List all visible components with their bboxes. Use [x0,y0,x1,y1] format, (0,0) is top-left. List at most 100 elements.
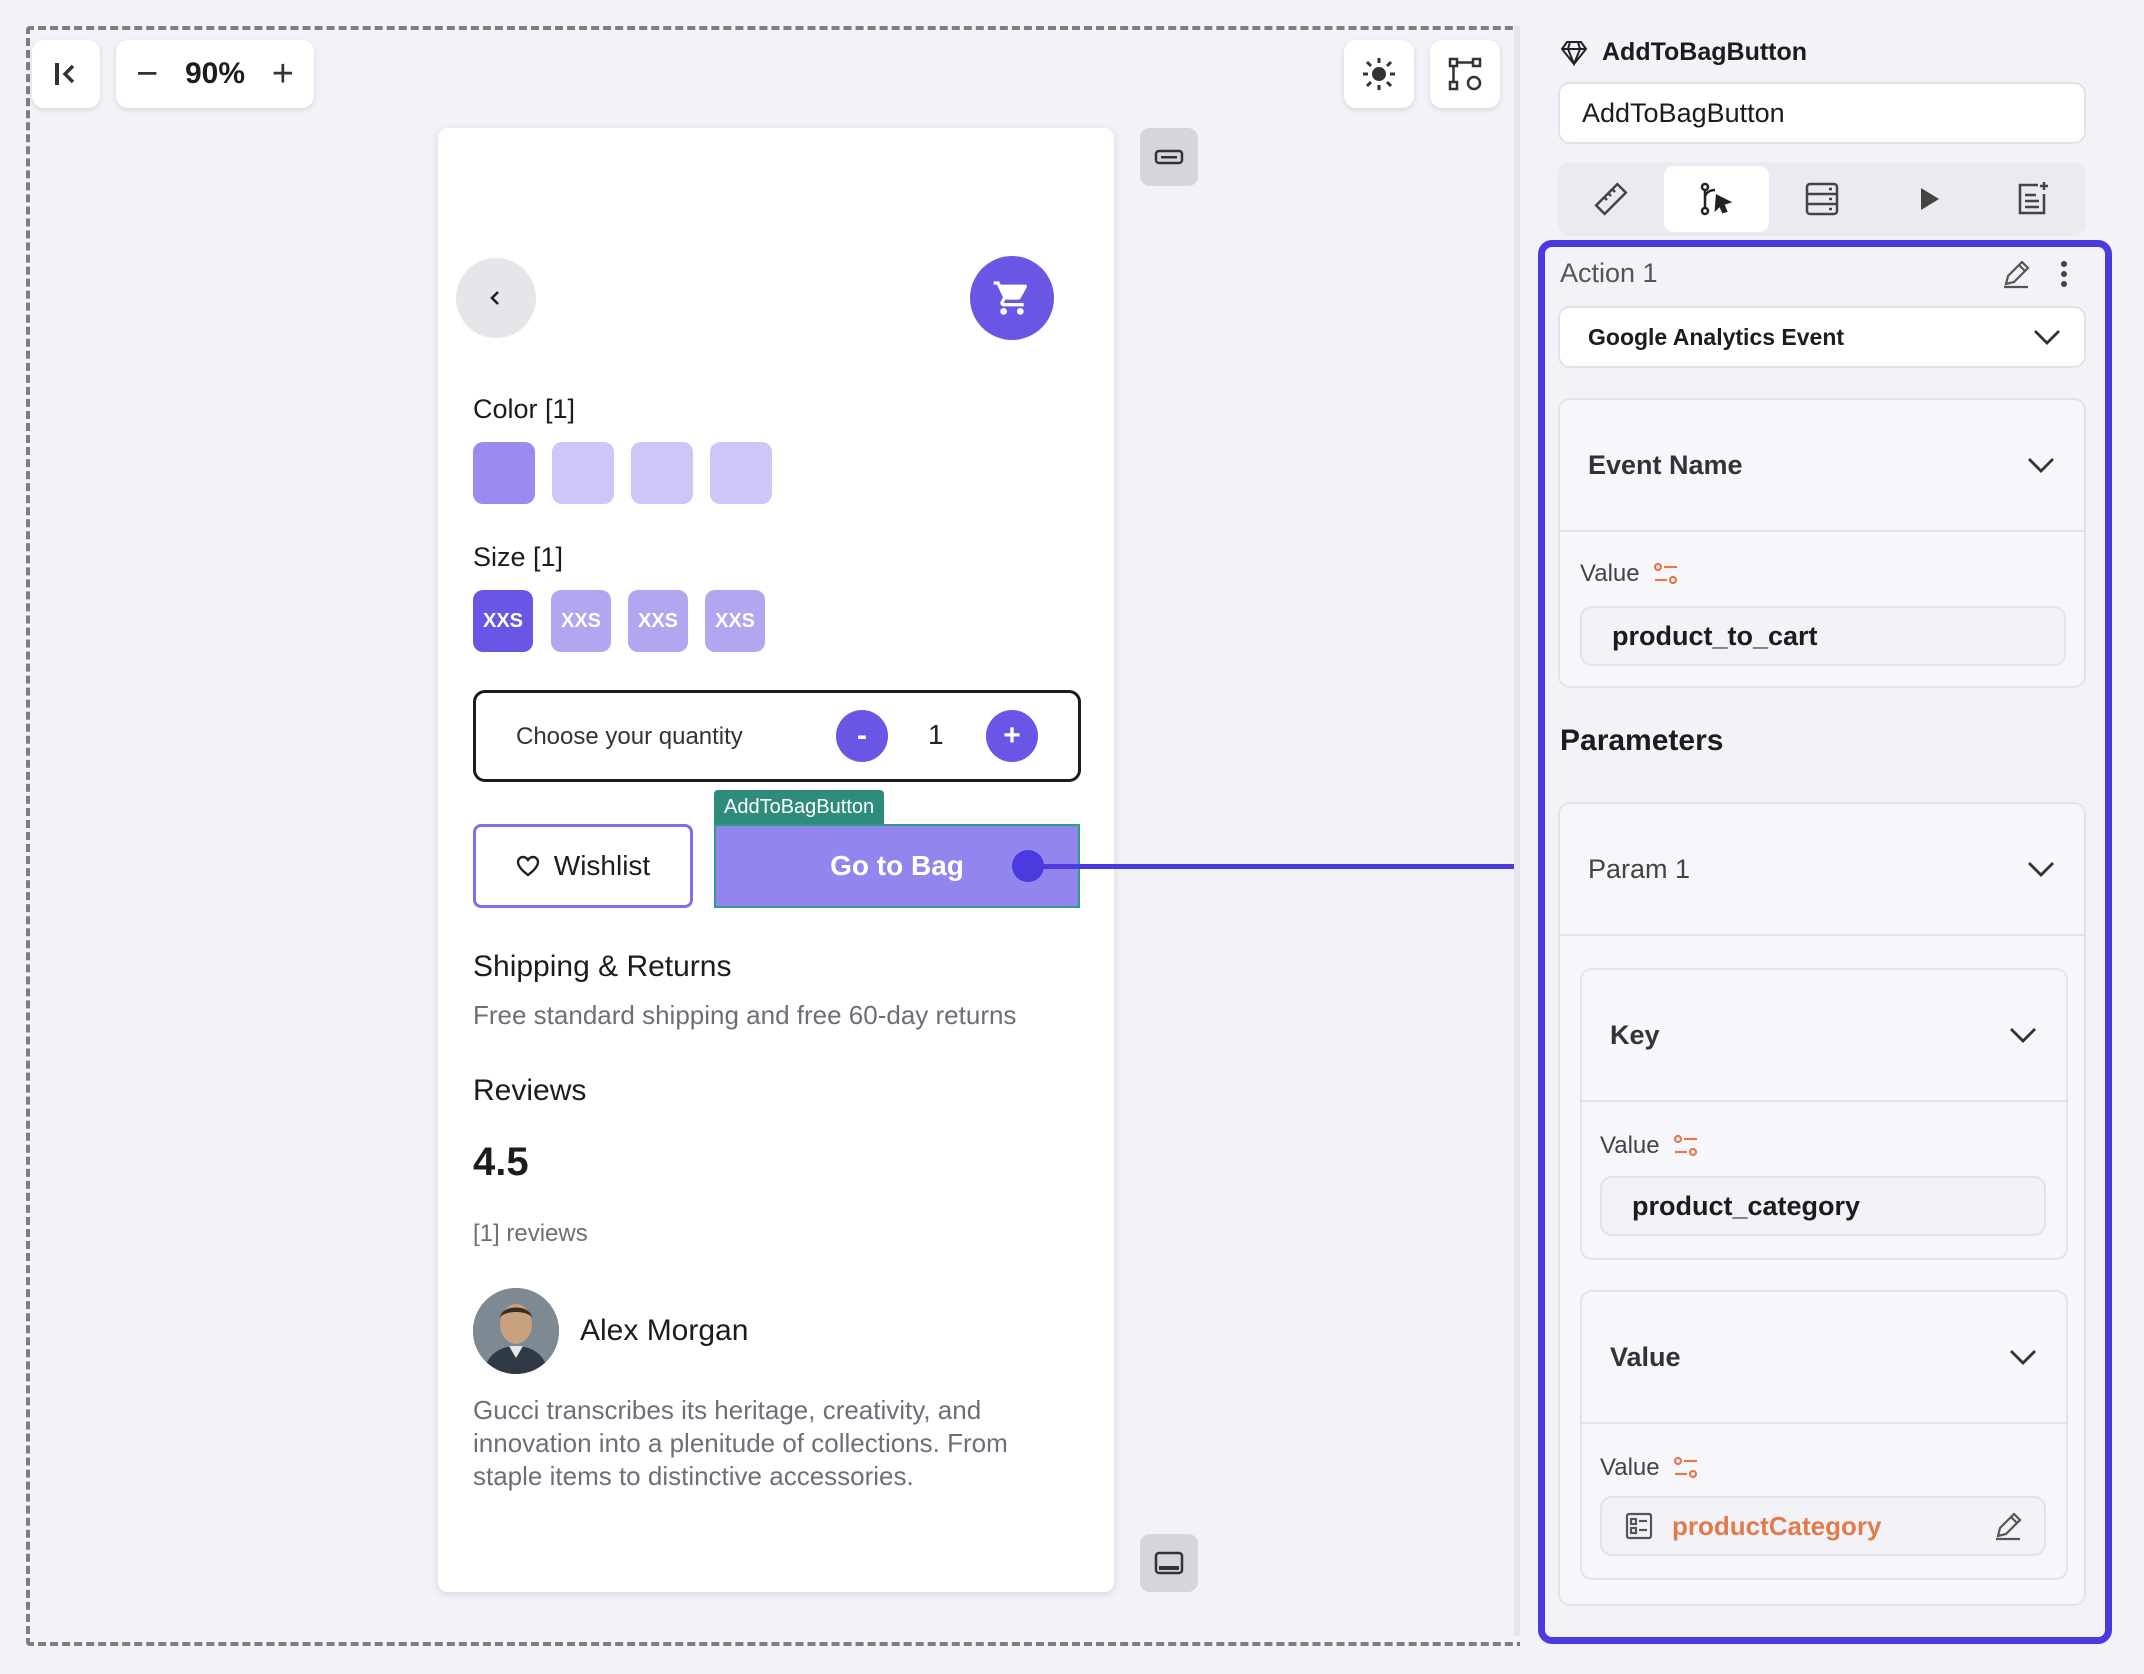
diamond-icon [1560,40,1588,66]
event-name-label: Event Name [1588,449,1743,480]
connector-handle[interactable] [1012,850,1044,882]
rating-value: 4.5 [473,1140,529,1184]
tab-animations[interactable] [1875,162,1981,236]
database-icon [1805,182,1839,216]
chevron-down-icon [2010,1350,2036,1365]
add-to-bag-label: Go to Bag [830,850,964,881]
shipping-title: Shipping & Returns [473,950,732,983]
size-chip-selected[interactable]: XXS [473,590,533,652]
layout-settings-button[interactable] [1430,40,1500,108]
param-header[interactable]: Param 1 [1560,804,2084,936]
color-swatch-selected[interactable] [473,442,535,504]
appbar-icon [1154,149,1184,165]
tab-actions[interactable] [1663,166,1770,232]
quantity-value: 1 [928,719,944,750]
shopping-cart-icon [993,281,1028,315]
action-title: Action 1 [1560,258,1658,288]
tab-notes[interactable] [1980,162,2086,236]
zoom-control: − 90% + [116,40,314,108]
size-chip[interactable]: XXS [551,590,611,652]
bottom-bar-icon [1154,1551,1184,1575]
vector-settings-icon [1448,57,1482,91]
edit-pencil-icon[interactable] [1992,1510,2024,1542]
action-type-dropdown[interactable]: Google Analytics Event [1558,306,2086,368]
param-key-label: Key [1610,1019,1660,1050]
key-value-label-row: Value [1600,1132,1700,1160]
value-label: Value [1600,1454,1660,1481]
notes-plus-icon [2018,182,2049,215]
ruler-pencil-icon [1594,182,1628,216]
event-name-value-field[interactable]: product_to_cart [1580,606,2066,666]
quantity-increment-button[interactable]: + [986,710,1038,762]
action-connector-line [1030,864,1540,869]
widget-name-input[interactable]: AddToBagButton [1558,82,2086,144]
variable-toggle-icon[interactable] [1672,1132,1700,1160]
param-key-header[interactable]: Key [1582,970,2066,1102]
zoom-level: 90% [184,57,246,90]
reviewer-avatar [473,1288,559,1374]
action-flow-icon [1701,182,1733,216]
zoom-out-button[interactable]: − [136,55,158,93]
chevron-left-icon [490,291,499,305]
chevron-down-icon [2028,862,2054,877]
value-label: Value [1580,560,1640,587]
chevron-down-icon [2034,330,2060,345]
cart-button[interactable] [970,256,1054,340]
event-name-header[interactable]: Event Name [1560,400,2084,532]
size-chip[interactable]: XXS [628,590,688,652]
variable-source-icon [1625,1512,1653,1540]
selected-widget-tag: AddToBagButton [714,790,885,824]
size-label: Size [1] [473,542,564,572]
theme-toggle-button[interactable] [1344,40,1414,108]
param-value-variable-field[interactable]: productCategory [1600,1496,2046,1556]
shipping-text: Free standard shipping and free 60-day r… [473,1000,1017,1030]
param-key-value-field[interactable]: product_category [1600,1176,2046,1236]
play-icon [1920,188,1939,210]
value-label: Value [1600,1132,1660,1159]
chevron-down-icon [2028,458,2054,473]
chevron-down-icon [2010,1028,2036,1043]
parameters-title: Parameters [1560,724,1724,757]
heart-icon [516,855,539,877]
tab-properties[interactable] [1558,162,1664,236]
event-name-card: Event Name Value product_to_cart [1558,398,2086,688]
more-options-icon[interactable] [2054,258,2074,290]
color-swatch[interactable] [631,442,693,504]
panel-tabs [1558,162,2086,236]
widget-title: AddToBagButton [1602,38,1808,66]
reviews-title: Reviews [473,1074,587,1107]
tab-backend-query[interactable] [1769,162,1875,236]
reviewer-name: Alex Morgan [580,1314,749,1347]
color-swatch[interactable] [710,442,772,504]
wishlist-button[interactable]: Wishlist [473,824,693,908]
collapse-left-icon [55,63,75,85]
param-card: Param 1 Key Value product_category Value… [1558,802,2086,1606]
wishlist-label: Wishlist [553,850,651,881]
event-value-label-row: Value [1580,560,1680,588]
bottom-bar-toggle[interactable] [1140,1534,1198,1592]
param-value-card: Value Value productCategory [1580,1290,2068,1580]
param-value-label: Value [1610,1341,1681,1372]
top-bar-toggle[interactable] [1140,128,1198,186]
color-swatch[interactable] [552,442,614,504]
variable-name: productCategory [1672,1510,1882,1541]
variable-toggle-icon[interactable] [1672,1454,1700,1482]
size-chip[interactable]: XXS [705,590,765,652]
quantity-selector: Choose your quantity - 1 + [473,690,1081,782]
param-key-card: Key Value product_category [1580,968,2068,1260]
param-title: Param 1 [1588,853,1691,884]
param-value-header[interactable]: Value [1582,1292,2066,1424]
back-button[interactable] [456,258,536,338]
value-value-label-row: Value [1600,1454,1700,1482]
collapse-panel-button[interactable] [32,40,100,108]
action-type-value: Google Analytics Event [1588,323,1845,350]
zoom-in-button[interactable]: + [272,55,294,93]
edit-pencil-icon[interactable] [2000,258,2032,290]
reviews-count: [1] reviews [473,1220,588,1247]
widget-header: AddToBagButton [1560,38,1807,67]
sun-icon [1363,58,1395,90]
variable-toggle-icon[interactable] [1652,560,1680,588]
quantity-label: Choose your quantity [516,723,743,750]
quantity-decrement-button[interactable]: - [836,710,888,762]
review-text: Gucci transcribes its heritage, creativi… [473,1395,1008,1491]
